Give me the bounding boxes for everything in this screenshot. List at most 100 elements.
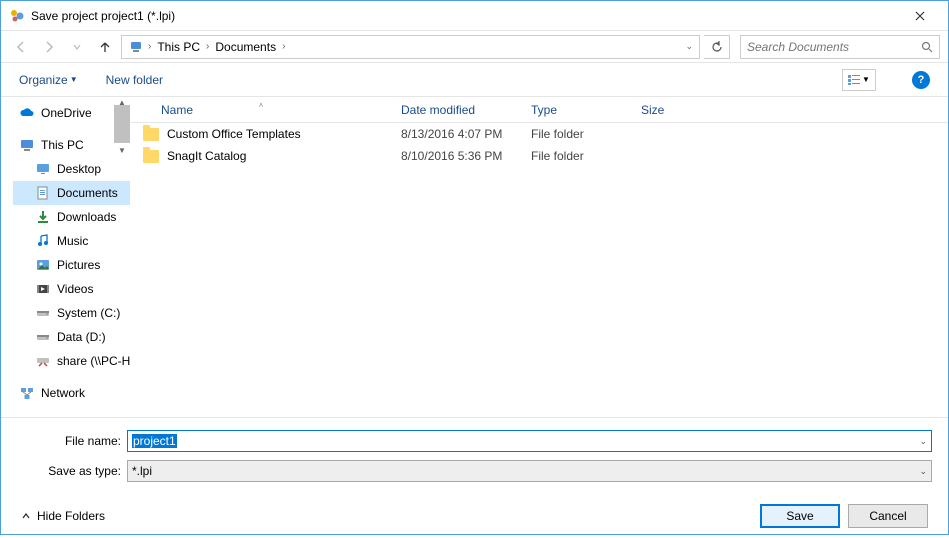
up-button[interactable] (93, 35, 117, 59)
pc-icon (126, 40, 146, 54)
breadcrumb-folder[interactable]: Documents (211, 40, 280, 54)
list-item[interactable]: Custom Office Templates 8/13/2016 4:07 PM… (131, 123, 948, 145)
pictures-icon (35, 257, 51, 273)
recent-dropdown[interactable] (65, 35, 89, 59)
sidebar-item-label: Desktop (57, 162, 101, 176)
folder-icon (143, 150, 159, 163)
drive-icon (35, 329, 51, 345)
sidebar-item-documents[interactable]: Documents (13, 181, 130, 205)
sidebar-item-share-pc-h[interactable]: share (\\PC-H (13, 349, 130, 373)
file-list: ˄Name Date modified Type Size Custom Off… (131, 97, 948, 417)
filename-value: project1 (132, 434, 177, 448)
sidebar-item-label: Pictures (57, 258, 100, 272)
sidebar-item-desktop[interactable]: Desktop (13, 157, 130, 181)
netdrive-icon (35, 353, 51, 369)
chevron-down-icon[interactable]: ⌄ (919, 436, 927, 447)
folder-icon (143, 128, 159, 141)
hide-folders-toggle[interactable]: Hide Folders (21, 509, 105, 523)
chevron-down-icon[interactable]: ⌄ (919, 466, 927, 477)
saveastype-label: Save as type: (17, 464, 127, 478)
downloads-icon (35, 209, 51, 225)
chevron-right-icon: › (280, 41, 287, 52)
sidebar-item-label: share (\\PC-H (57, 354, 130, 368)
chevron-down-icon: ▼ (862, 75, 870, 84)
close-button[interactable] (900, 2, 940, 30)
view-button[interactable]: ▼ (842, 69, 876, 91)
sidebar-item-label: Network (41, 386, 85, 400)
drive-icon (35, 305, 51, 321)
column-size[interactable]: Size (631, 103, 711, 117)
footer: Hide Folders Save Cancel (1, 494, 948, 538)
help-button[interactable]: ? (912, 71, 930, 89)
saveastype-value: *.lpi (132, 464, 152, 478)
sidebar-item-pictures[interactable]: Pictures (13, 253, 130, 277)
saveastype-select[interactable]: *.lpi ⌄ (127, 460, 932, 482)
chevron-up-icon (21, 511, 31, 521)
breadcrumb[interactable]: › This PC › Documents › ⌄ (121, 35, 700, 59)
filename-label: File name: (17, 434, 127, 448)
list-header: ˄Name Date modified Type Size (131, 97, 948, 123)
sidebar-item-music[interactable]: Music (13, 229, 130, 253)
toolbar: Organize ▼ New folder ▼ ? (1, 63, 948, 97)
search-box[interactable] (740, 35, 940, 59)
nav-tree: OneDrive This PC Desktop Documents Downloads… (1, 97, 130, 409)
file-date: 8/13/2016 4:07 PM (391, 127, 521, 141)
file-name: SnagIt Catalog (167, 149, 246, 163)
chevron-right-icon: › (204, 41, 211, 52)
list-item[interactable]: SnagIt Catalog8/10/2016 5:36 PMFile fold… (131, 145, 948, 167)
sidebar-item-label: Data (D:) (57, 330, 106, 344)
sidebar-item-label: This PC (41, 138, 84, 152)
scroll-down-arrow[interactable]: ▼ (114, 145, 130, 155)
sidebar-item-label: System (C:) (57, 306, 120, 320)
sidebar-item-label: OneDrive (41, 106, 92, 120)
column-date[interactable]: Date modified (391, 103, 521, 117)
search-icon (921, 41, 933, 53)
chevron-down-icon: ▼ (70, 75, 78, 84)
organize-menu[interactable]: Organize ▼ (19, 73, 78, 87)
nav-bar: › This PC › Documents › ⌄ (1, 31, 948, 63)
breadcrumb-dropdown[interactable]: ⌄ (683, 41, 695, 52)
new-folder-button[interactable]: New folder (106, 73, 163, 87)
pc-icon (19, 137, 35, 153)
organize-label: Organize (19, 73, 68, 87)
sidebar-item-this-pc[interactable]: This PC (13, 133, 130, 157)
sidebar-item-system-c-[interactable]: System (C:) (13, 301, 130, 325)
window-title: Save project project1 (*.lpi) (31, 9, 900, 23)
filename-input[interactable]: project1 ⌄ (127, 430, 932, 452)
sidebar-item-onedrive[interactable]: OneDrive (13, 101, 130, 125)
sidebar-item-data-d-[interactable]: Data (D:) (13, 325, 130, 349)
documents-icon (35, 185, 51, 201)
music-icon (35, 233, 51, 249)
hide-folders-label: Hide Folders (37, 509, 105, 523)
sidebar-item-label: Music (57, 234, 88, 248)
sidebar-item-network[interactable]: Network (13, 381, 130, 405)
sidebar-item-label: Documents (57, 186, 118, 200)
column-type[interactable]: Type (521, 103, 631, 117)
file-name: Custom Office Templates (167, 127, 301, 141)
scrollbar-thumb[interactable] (114, 105, 130, 143)
sidebar-item-downloads[interactable]: Downloads (13, 205, 130, 229)
save-button[interactable]: Save (760, 504, 840, 528)
save-fields: File name: project1 ⌄ Save as type: *.lp… (1, 417, 948, 494)
breadcrumb-root[interactable]: This PC (153, 40, 204, 54)
sort-indicator-icon: ˄ (259, 101, 264, 110)
back-button[interactable] (9, 35, 33, 59)
column-name[interactable]: ˄Name (131, 103, 391, 117)
sidebar: ▲ ▼ OneDriveThis PCDesktopDocumentsDownl… (1, 97, 131, 417)
cancel-button[interactable]: Cancel (848, 504, 928, 528)
network-icon (19, 385, 35, 401)
file-type: File folder (521, 127, 631, 141)
main-area: ▲ ▼ OneDriveThis PCDesktopDocumentsDownl… (1, 97, 948, 417)
desktop-icon (35, 161, 51, 177)
file-type: File folder (521, 149, 631, 163)
chevron-right-icon: › (146, 41, 153, 52)
title-bar: Save project project1 (*.lpi) (1, 1, 948, 31)
sidebar-item-label: Downloads (57, 210, 116, 224)
search-input[interactable] (747, 40, 921, 54)
forward-button[interactable] (37, 35, 61, 59)
sidebar-item-label: Videos (57, 282, 93, 296)
refresh-button[interactable] (704, 35, 730, 59)
app-icon (9, 8, 25, 24)
videos-icon (35, 281, 51, 297)
sidebar-item-videos[interactable]: Videos (13, 277, 130, 301)
